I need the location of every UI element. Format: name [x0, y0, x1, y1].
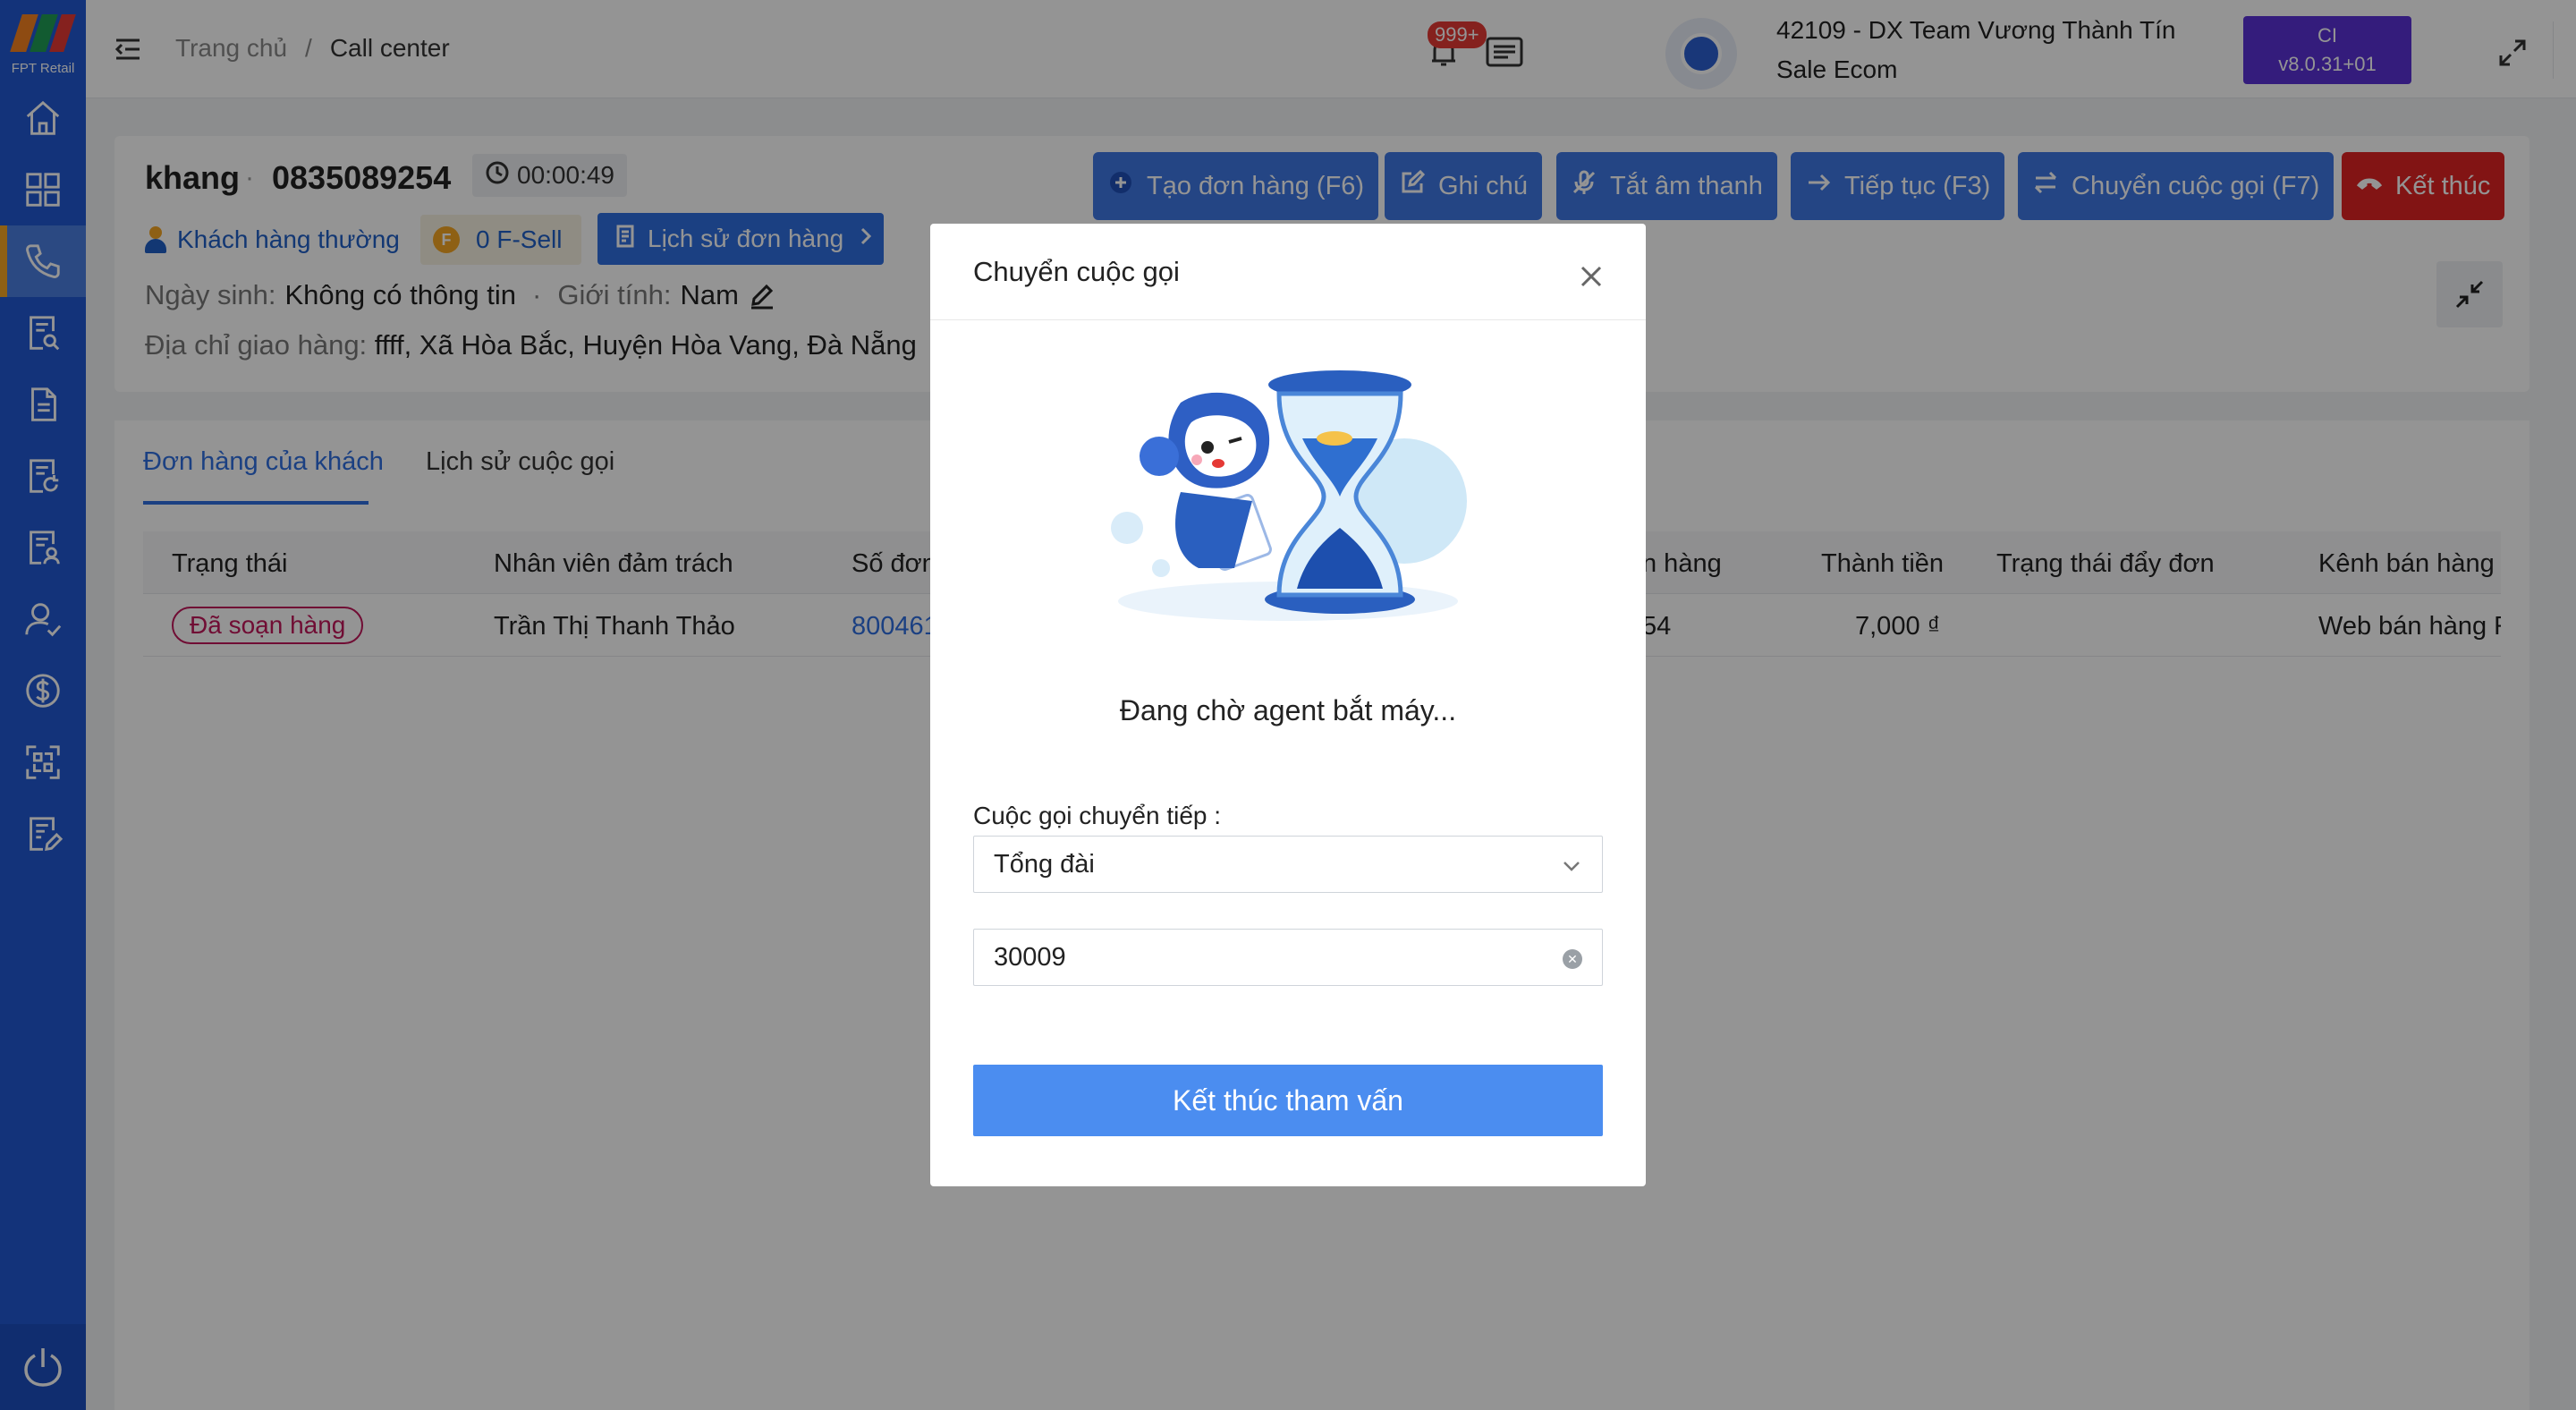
waiting-status-text: Đang chờ agent bắt máy...: [1119, 694, 1457, 726]
extension-input[interactable]: 30009 ✕: [973, 929, 1603, 986]
end-consultation-button[interactable]: Kết thúc tham vấn: [973, 1065, 1603, 1136]
waiting-robot-hourglass-illustration: [1111, 370, 1467, 621]
forward-target-select[interactable]: Tổng đài: [973, 836, 1603, 893]
modal-title: Chuyển cuộc gọi: [973, 256, 1180, 287]
chevron-down-icon: [1561, 854, 1582, 876]
close-icon[interactable]: [1576, 261, 1606, 292]
transfer-call-modal: Chuyển cuộc gọi Đang chờ agent bắt máy..…: [930, 224, 1646, 1186]
forward-call-label: Cuộc gọi chuyển tiếp :: [973, 802, 1222, 829]
extension-value: 30009: [994, 942, 1066, 972]
modal-header: Chuyển cuộc gọi: [930, 224, 1646, 320]
clear-input-icon[interactable]: ✕: [1563, 949, 1582, 969]
forward-target-value: Tổng đài: [994, 849, 1095, 879]
